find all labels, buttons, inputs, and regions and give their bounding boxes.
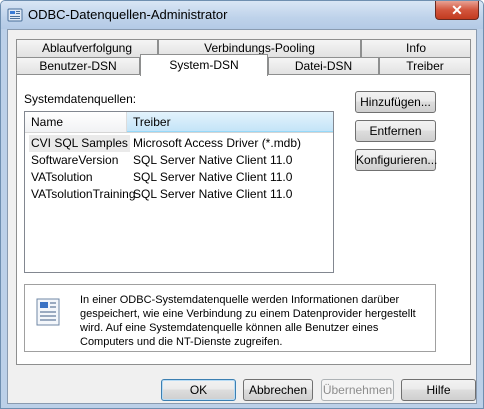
add-button[interactable]: Hinzufügen... bbox=[355, 91, 436, 113]
cancel-button[interactable]: Abbrechen bbox=[243, 379, 313, 401]
close-button[interactable]: ✕ bbox=[435, 1, 479, 20]
item-driver: Microsoft Access Driver (*.mdb) bbox=[133, 136, 302, 150]
window-title: ODBC-Datenquellen-Administrator bbox=[28, 7, 228, 22]
close-icon: ✕ bbox=[451, 2, 463, 18]
apply-button[interactable]: Übernehmen bbox=[321, 379, 394, 401]
item-name: CVI SQL Samples bbox=[29, 135, 130, 152]
column-header-name[interactable]: Name bbox=[25, 112, 127, 132]
list-header: Name Treiber bbox=[25, 112, 333, 133]
item-name: VATsolution bbox=[31, 170, 93, 184]
tab-label: Treiber bbox=[406, 59, 444, 73]
configure-button[interactable]: Konfigurieren... bbox=[355, 149, 437, 171]
tab-info[interactable]: Info bbox=[361, 39, 471, 57]
tab-label: Info bbox=[405, 41, 426, 55]
tab-label: Verbindungs-Pooling bbox=[204, 41, 315, 55]
tab-ablaufverfolgung[interactable]: Ablaufverfolgung bbox=[16, 39, 158, 57]
item-driver: SQL Server Native Client 11.0 bbox=[133, 187, 293, 201]
column-header-driver[interactable]: Treiber bbox=[127, 112, 333, 132]
list-item[interactable]: CVI SQL Samples Microsoft Access Driver … bbox=[25, 135, 333, 152]
tab-label: System-DSN bbox=[169, 58, 239, 72]
item-driver: SQL Server Native Client 11.0 bbox=[133, 170, 293, 184]
remove-button[interactable]: Entfernen bbox=[355, 120, 436, 142]
info-text: In einer ODBC-Systemdatenquelle werden I… bbox=[80, 294, 416, 348]
tab-label: Benutzer-DSN bbox=[39, 59, 117, 73]
tab-label: Datei-DSN bbox=[294, 59, 353, 73]
info-box: In einer ODBC-Systemdatenquelle werden I… bbox=[24, 284, 436, 352]
list-item[interactable]: VATsolutionTraining SQL Server Native Cl… bbox=[25, 186, 333, 203]
database-info-icon bbox=[36, 298, 60, 326]
ok-button[interactable]: OK bbox=[161, 379, 236, 401]
tab-treiber[interactable]: Treiber bbox=[379, 57, 471, 75]
tab-label: Ablaufverfolgung bbox=[41, 41, 133, 55]
list-item[interactable]: VATsolution SQL Server Native Client 11.… bbox=[25, 169, 333, 186]
list-item[interactable]: SoftwareVersion SQL Server Native Client… bbox=[25, 152, 333, 169]
item-name: SoftwareVersion bbox=[31, 153, 119, 167]
item-name: VATsolutionTraining bbox=[31, 187, 136, 201]
odbc-admin-icon bbox=[7, 8, 23, 22]
section-label: Systemdatenquellen: bbox=[24, 92, 137, 106]
tab-datei-dsn[interactable]: Datei-DSN bbox=[268, 57, 379, 75]
tab-system-dsn[interactable]: System-DSN bbox=[140, 54, 268, 76]
title-bar[interactable]: ODBC-Datenquellen-Administrator ✕ bbox=[1, 1, 483, 29]
item-driver: SQL Server Native Client 11.0 bbox=[133, 153, 293, 167]
data-source-list[interactable]: Name Treiber CVI SQL Samples Microsoft A… bbox=[24, 111, 334, 273]
help-button[interactable]: Hilfe bbox=[401, 379, 476, 401]
tab-benutzer-dsn[interactable]: Benutzer-DSN bbox=[16, 57, 140, 75]
